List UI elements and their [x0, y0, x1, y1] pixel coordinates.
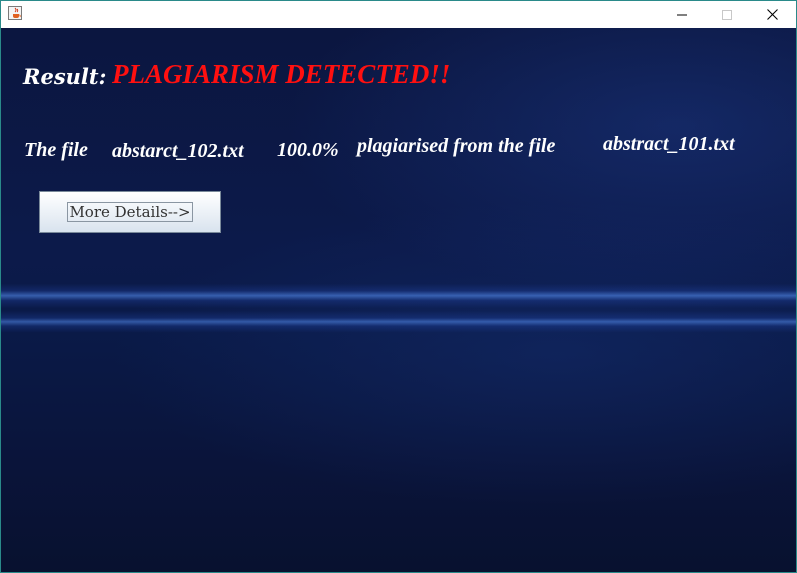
maximize-icon	[722, 9, 732, 20]
maximize-button[interactable]	[704, 1, 750, 28]
java-cup-icon	[8, 6, 22, 20]
target-file-name: abstract_101.txt	[603, 133, 735, 155]
source-file-name: abstarct_102.txt	[112, 140, 244, 162]
detail-middle-text: plagiarised from the file	[357, 135, 556, 157]
close-icon	[766, 9, 778, 20]
plagiarism-percentage: 100.0%	[277, 139, 339, 161]
minimize-button[interactable]	[659, 1, 705, 28]
result-status: PLAGIARISM DETECTED!!	[112, 59, 451, 89]
close-button[interactable]	[749, 1, 795, 28]
result-panel: Result: PLAGIARISM DETECTED!! The file a…	[1, 28, 796, 572]
title-bar[interactable]	[1, 1, 796, 28]
result-label: Result:	[23, 64, 107, 89]
detail-prefix: The file	[24, 139, 88, 161]
more-details-button[interactable]: More Details-->	[39, 191, 221, 233]
app-window: Result: PLAGIARISM DETECTED!! The file a…	[0, 0, 797, 573]
minimize-icon	[677, 14, 687, 15]
more-details-label: More Details-->	[67, 202, 193, 222]
